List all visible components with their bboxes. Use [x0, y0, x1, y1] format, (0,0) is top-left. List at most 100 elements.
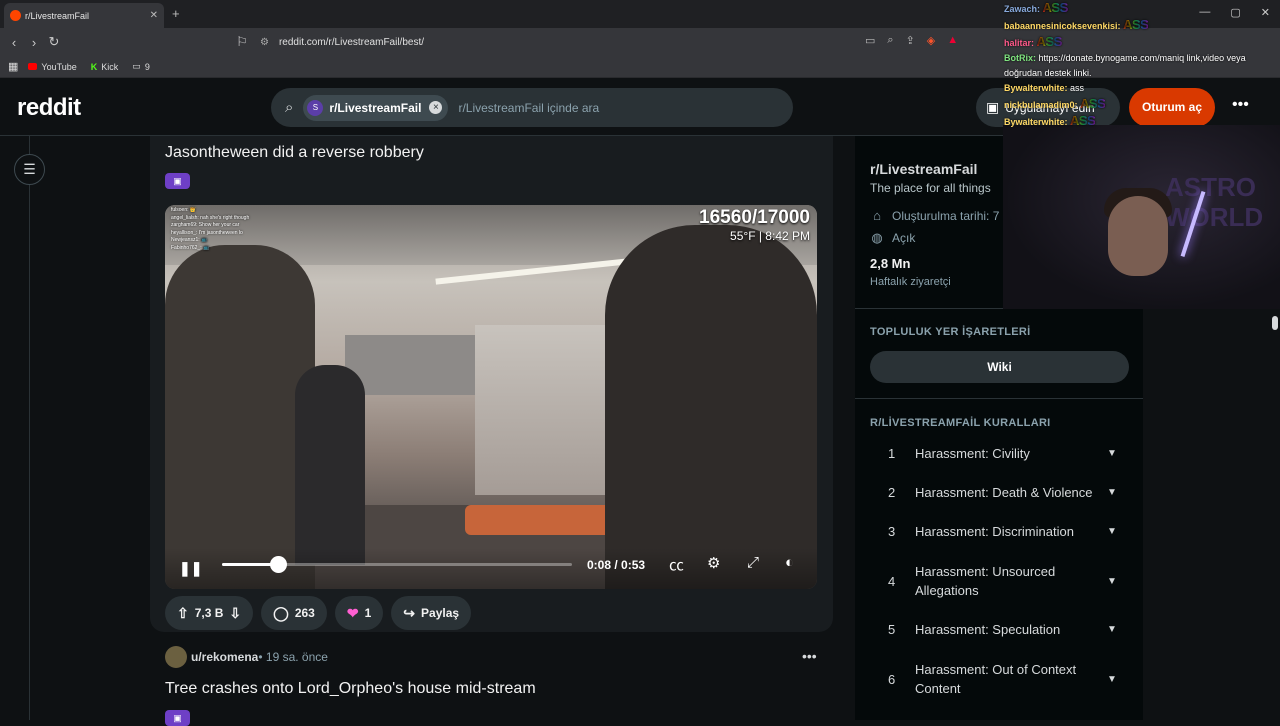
- post2-title[interactable]: Tree crashes onto Lord_Orpheo's house mi…: [165, 680, 536, 698]
- rule-item[interactable]: 2 Harassment: Death & Violence ▼: [870, 483, 1130, 502]
- chevron-down-icon: ▼: [1107, 526, 1117, 537]
- brave-shield-icon[interactable]: ◈: [927, 34, 935, 47]
- chevron-down-icon: ▼: [1107, 624, 1117, 635]
- scrollbar-thumb[interactable]: [1272, 316, 1278, 330]
- weekly-visitors-label: Haftalık ziyaretçi: [870, 276, 951, 288]
- chat-line: Bywalterwhite: ASS: [1004, 113, 1096, 128]
- video-person-left: [165, 245, 315, 589]
- share-arrow-icon: ↪: [403, 604, 416, 621]
- vote-pill: ⇧ 7,3 B ⇩: [165, 596, 254, 630]
- downvote-icon[interactable]: ⇩: [229, 605, 241, 622]
- reload-icon[interactable]: ↻: [44, 34, 64, 50]
- back-icon[interactable]: ‹: [4, 35, 24, 50]
- upvote-icon[interactable]: ⇧: [177, 605, 189, 622]
- post-title[interactable]: Jasontheween did a reverse robbery: [165, 144, 424, 162]
- new-tab-button[interactable]: +: [172, 6, 180, 21]
- sidebar-created-row: ⌂ Oluşturulma tarihi: 7 H: [870, 208, 1011, 223]
- bookmark-folder[interactable]: ▭ 9: [132, 61, 150, 72]
- chat-line: nickbulamadim0: ASS: [1004, 96, 1106, 111]
- share-icon[interactable]: ⇪: [906, 34, 915, 47]
- streamer-face: [1108, 196, 1168, 276]
- clear-chip-icon[interactable]: ×: [429, 101, 443, 114]
- post2-username[interactable]: u/rekomena: [191, 650, 258, 664]
- left-rail: [0, 136, 30, 720]
- video-weather-time: 55°F | 8:42 PM: [730, 229, 810, 243]
- bookmark-youtube[interactable]: YouTube: [28, 62, 77, 72]
- comments-button[interactable]: ◯ 263: [261, 596, 327, 630]
- chevron-down-icon: ▼: [1107, 448, 1117, 459]
- bookmark-kick[interactable]: K Kick: [91, 62, 119, 72]
- rewards-icon[interactable]: ▲: [947, 34, 958, 47]
- chat-line: halitar: ASS: [1004, 34, 1062, 49]
- video-person-right: [605, 225, 817, 589]
- search-bar[interactable]: ⌕ S r/LivestreamFail × r/LivestreamFail …: [271, 88, 793, 127]
- rule-item[interactable]: 4 Harassment: Unsourced Allegations ▼: [870, 562, 1130, 600]
- reddit-logo[interactable]: reddit: [17, 94, 81, 122]
- chat-line: BotRix: https://donate.bynogame.com/mani…: [1004, 53, 1246, 78]
- video-scrubber[interactable]: [222, 556, 572, 573]
- url-text: reddit.com/r/LivestreamFail/best/: [278, 36, 425, 48]
- chat-line: babaannesinicoksevenkisi: ASS: [1004, 17, 1149, 32]
- community-chip-label: r/LivestreamFail: [329, 100, 422, 115]
- address-bar-icons: ▭ ⌕ ⇪ ◈ ▲: [865, 34, 958, 47]
- apps-grid-icon[interactable]: ▦: [8, 60, 18, 73]
- site-info-icon[interactable]: ⚙: [260, 37, 269, 48]
- rule-item[interactable]: 3 Harassment: Discrimination ▼: [870, 522, 1130, 541]
- pause-icon[interactable]: ❚❚: [179, 560, 202, 577]
- video-time: 0:08 / 0:53: [587, 558, 646, 572]
- sidebar-divider: [855, 398, 1143, 399]
- award-heart-icon: ❤: [346, 604, 359, 621]
- settings-gear-icon[interactable]: ⚙: [707, 554, 720, 572]
- menu-icon[interactable]: ☰: [14, 154, 45, 185]
- sidebar-visibility-row: ◍ Açık: [871, 230, 916, 245]
- rule-item[interactable]: 5 Harassment: Speculation ▼: [870, 620, 1130, 639]
- post2-more-icon[interactable]: •••: [802, 648, 817, 664]
- scrubber-thumb[interactable]: [270, 556, 287, 573]
- video-display-case: [475, 325, 605, 495]
- avatar[interactable]: [165, 646, 187, 668]
- webcam-neon-sign: ASTRO WORLD: [1165, 172, 1264, 232]
- tab-title: r/LivestreamFail: [25, 10, 90, 21]
- search-icon: ⌕: [285, 99, 294, 116]
- video-chat-overlay: fulsoen: 👑 angel_lialsh: nah she's right…: [171, 207, 250, 251]
- sidebar-community-name[interactable]: r/LivestreamFail: [870, 161, 977, 177]
- fullscreen-icon[interactable]: ⤢: [747, 554, 759, 571]
- forward-icon[interactable]: ›: [24, 35, 44, 50]
- chat-line: Bywalterwhite: ass: [1004, 83, 1085, 93]
- share-button[interactable]: ↪ Paylaş: [391, 596, 472, 630]
- youtube-icon: [28, 63, 38, 70]
- twitch-flair-icon: ▣: [165, 710, 190, 726]
- post2-time: • 19 sa. önce: [258, 650, 328, 664]
- weekly-visitors-count: 2,8 Mn: [870, 256, 911, 271]
- browser-tab[interactable]: r/LivestreamFail ✕: [4, 3, 164, 28]
- cast-icon[interactable]: ▭: [865, 34, 875, 47]
- rule-item[interactable]: 1 Harassment: Civility ▼: [870, 444, 1130, 463]
- streamer-webcam: ASTRO WORLD: [1003, 125, 1280, 309]
- post2-meta: u/rekomena • 19 sa. önce: [165, 646, 328, 668]
- tab-close-icon[interactable]: ✕: [150, 10, 158, 21]
- cake-icon: ⌂: [873, 208, 881, 223]
- video-person-center: [295, 365, 365, 565]
- video-player[interactable]: fulsoen: 👑 angel_lialsh: nah she's right…: [165, 205, 817, 589]
- search-input[interactable]: r/LivestreamFail içinde ara: [458, 101, 599, 115]
- rules-heading: R/LİVESTREAMFAİL KURALLARI: [870, 417, 1051, 429]
- chevron-down-icon: ▼: [1107, 487, 1117, 498]
- globe-icon: ◍: [871, 230, 883, 245]
- vote-count: 7,3 B: [194, 606, 224, 620]
- bookmark-icon[interactable]: ⚐: [232, 34, 252, 50]
- chevron-down-icon: ▼: [1107, 673, 1117, 685]
- community-avatar: S: [307, 99, 324, 116]
- wiki-button[interactable]: Wiki: [870, 351, 1129, 383]
- twitch-flair-icon: ▣: [165, 173, 190, 189]
- stream-chat-overlay: Zawach: ASS babaannesinicoksevenkisi: AS…: [1000, 0, 1280, 128]
- volume-icon[interactable]: ◐: [785, 554, 794, 571]
- qr-code-icon: ▣: [986, 99, 1000, 115]
- award-button[interactable]: ❤ 1: [334, 596, 384, 630]
- kick-icon: K: [90, 61, 98, 72]
- zoom-icon[interactable]: ⌕: [887, 34, 893, 47]
- captions-icon[interactable]: ㏄: [669, 554, 684, 575]
- rule-item[interactable]: 6 Harassment: Out of Context Content ▼: [870, 660, 1130, 698]
- chevron-down-icon: ▼: [1107, 575, 1117, 587]
- reddit-favicon-icon: [10, 10, 21, 21]
- search-community-chip[interactable]: S r/LivestreamFail ×: [303, 94, 449, 121]
